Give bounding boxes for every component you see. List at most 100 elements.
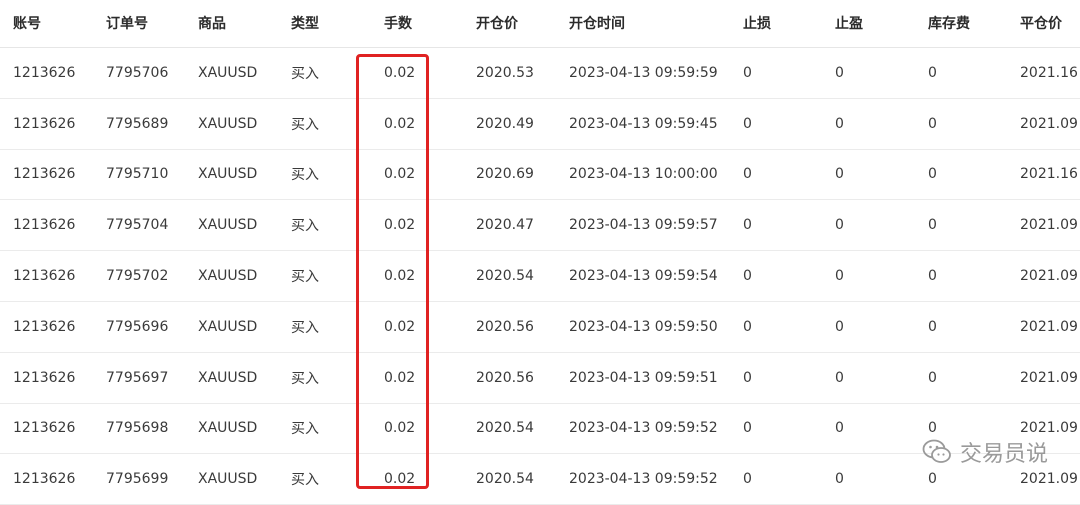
cell-stop-loss: 0 bbox=[743, 217, 752, 234]
header-symbol[interactable]: 商品 bbox=[198, 0, 226, 46]
cell-order-id: 7795704 bbox=[106, 217, 169, 234]
table-row[interactable]: 1213626 7795697 XAUUSD 买入 0.02 2020.56 2… bbox=[0, 353, 1080, 404]
cell-open-time: 2023-04-13 09:59:59 bbox=[569, 64, 718, 81]
table-row[interactable]: 1213626 7795699 XAUUSD 买入 0.02 2020.54 2… bbox=[0, 454, 1080, 505]
cell-order-id: 7795698 bbox=[106, 420, 169, 437]
watermark: 交易员说 bbox=[922, 436, 1048, 468]
header-account[interactable]: 账号 bbox=[13, 0, 41, 46]
cell-swap: 0 bbox=[928, 268, 937, 285]
cell-type: 买入 bbox=[291, 65, 319, 82]
table-header: 账号 订单号 商品 类型 手数 开仓价 开仓时间 止损 止盈 库存费 平仓价 bbox=[0, 0, 1080, 48]
cell-take-profit: 0 bbox=[835, 268, 844, 285]
cell-stop-loss: 0 bbox=[743, 64, 752, 81]
cell-lots: 0.02 bbox=[384, 471, 416, 488]
cell-symbol: XAUUSD bbox=[198, 217, 258, 234]
cell-order-id: 7795702 bbox=[106, 268, 169, 285]
cell-open-time: 2023-04-13 09:59:51 bbox=[569, 369, 718, 386]
header-take-profit[interactable]: 止盈 bbox=[835, 0, 863, 46]
cell-open-price: 2020.56 bbox=[476, 369, 534, 386]
cell-type: 买入 bbox=[291, 370, 319, 387]
cell-open-price: 2020.54 bbox=[476, 268, 534, 285]
cell-stop-loss: 0 bbox=[743, 420, 752, 437]
table-row[interactable]: 1213626 7795710 XAUUSD 买入 0.02 2020.69 2… bbox=[0, 150, 1080, 201]
cell-close-price: 2021.09 bbox=[1020, 369, 1078, 386]
cell-lots: 0.02 bbox=[384, 268, 416, 285]
header-swap[interactable]: 库存费 bbox=[928, 0, 970, 46]
header-close-price[interactable]: 平仓价 bbox=[1020, 0, 1062, 46]
cell-symbol: XAUUSD bbox=[198, 166, 258, 183]
cell-symbol: XAUUSD bbox=[198, 420, 258, 437]
cell-symbol: XAUUSD bbox=[198, 318, 258, 335]
cell-lots: 0.02 bbox=[384, 318, 416, 335]
table-row[interactable]: 1213626 7795698 XAUUSD 买入 0.02 2020.54 2… bbox=[0, 404, 1080, 455]
cell-type: 买入 bbox=[291, 269, 319, 286]
cell-order-id: 7795689 bbox=[106, 115, 169, 132]
cell-account: 1213626 bbox=[13, 369, 76, 386]
cell-swap: 0 bbox=[928, 369, 937, 386]
watermark-text: 交易员说 bbox=[959, 442, 1048, 467]
cell-account: 1213626 bbox=[13, 166, 76, 183]
cell-take-profit: 0 bbox=[835, 166, 844, 183]
cell-swap: 0 bbox=[928, 115, 937, 132]
cell-lots: 0.02 bbox=[384, 217, 416, 234]
header-open-price[interactable]: 开仓价 bbox=[476, 0, 518, 46]
cell-lots: 0.02 bbox=[384, 115, 416, 132]
cell-open-price: 2020.54 bbox=[476, 420, 534, 437]
cell-stop-loss: 0 bbox=[743, 369, 752, 386]
cell-lots: 0.02 bbox=[384, 369, 416, 386]
cell-stop-loss: 0 bbox=[743, 166, 752, 183]
header-order-id[interactable]: 订单号 bbox=[106, 0, 148, 46]
cell-swap: 0 bbox=[928, 166, 937, 183]
cell-open-price: 2020.54 bbox=[476, 471, 534, 488]
cell-type: 买入 bbox=[291, 472, 319, 489]
cell-type: 买入 bbox=[291, 218, 319, 235]
cell-open-price: 2020.69 bbox=[476, 166, 534, 183]
cell-lots: 0.02 bbox=[384, 420, 416, 437]
cell-account: 1213626 bbox=[13, 268, 76, 285]
table-row[interactable]: 1213626 7795702 XAUUSD 买入 0.02 2020.54 2… bbox=[0, 251, 1080, 302]
cell-close-price: 2021.16 bbox=[1020, 166, 1078, 183]
cell-stop-loss: 0 bbox=[743, 115, 752, 132]
cell-account: 1213626 bbox=[13, 217, 76, 234]
wechat-icon bbox=[922, 439, 951, 463]
cell-swap: 0 bbox=[928, 64, 937, 81]
header-stop-loss[interactable]: 止损 bbox=[743, 0, 771, 46]
cell-type: 买入 bbox=[291, 116, 319, 133]
cell-stop-loss: 0 bbox=[743, 471, 752, 488]
cell-account: 1213626 bbox=[13, 115, 76, 132]
cell-symbol: XAUUSD bbox=[198, 115, 258, 132]
cell-symbol: XAUUSD bbox=[198, 268, 258, 285]
cell-order-id: 7795699 bbox=[106, 471, 169, 488]
cell-account: 1213626 bbox=[13, 420, 76, 437]
table-row[interactable]: 1213626 7795689 XAUUSD 买入 0.02 2020.49 2… bbox=[0, 99, 1080, 150]
cell-open-time: 2023-04-13 09:59:45 bbox=[569, 115, 718, 132]
header-type[interactable]: 类型 bbox=[291, 0, 319, 46]
header-open-time[interactable]: 开仓时间 bbox=[569, 0, 625, 46]
cell-close-price: 2021.09 bbox=[1020, 217, 1078, 234]
cell-take-profit: 0 bbox=[835, 115, 844, 132]
table-row[interactable]: 1213626 7795706 XAUUSD 买入 0.02 2020.53 2… bbox=[0, 48, 1080, 99]
cell-take-profit: 0 bbox=[835, 420, 844, 437]
cell-order-id: 7795710 bbox=[106, 166, 169, 183]
cell-open-time: 2023-04-13 09:59:54 bbox=[569, 268, 718, 285]
cell-open-time: 2023-04-13 09:59:50 bbox=[569, 318, 718, 335]
cell-take-profit: 0 bbox=[835, 64, 844, 81]
cell-open-price: 2020.53 bbox=[476, 64, 534, 81]
header-lots[interactable]: 手数 bbox=[384, 0, 412, 46]
cell-close-price: 2021.16 bbox=[1020, 64, 1078, 81]
cell-account: 1213626 bbox=[13, 471, 76, 488]
trade-table: 账号 订单号 商品 类型 手数 开仓价 开仓时间 止损 止盈 库存费 平仓价 1… bbox=[0, 0, 1080, 505]
cell-type: 买入 bbox=[291, 167, 319, 184]
cell-open-price: 2020.56 bbox=[476, 318, 534, 335]
cell-symbol: XAUUSD bbox=[198, 64, 258, 81]
table-row[interactable]: 1213626 7795704 XAUUSD 买入 0.02 2020.47 2… bbox=[0, 200, 1080, 252]
cell-type: 买入 bbox=[291, 421, 319, 438]
cell-close-price: 2021.09 bbox=[1020, 268, 1078, 285]
cell-lots: 0.02 bbox=[384, 64, 416, 81]
cell-take-profit: 0 bbox=[835, 318, 844, 335]
table-row[interactable]: 1213626 7795696 XAUUSD 买入 0.02 2020.56 2… bbox=[0, 302, 1080, 353]
cell-open-time: 2023-04-13 10:00:00 bbox=[569, 166, 718, 183]
cell-open-time: 2023-04-13 09:59:57 bbox=[569, 217, 718, 234]
cell-stop-loss: 0 bbox=[743, 318, 752, 335]
cell-lots: 0.02 bbox=[384, 166, 416, 183]
